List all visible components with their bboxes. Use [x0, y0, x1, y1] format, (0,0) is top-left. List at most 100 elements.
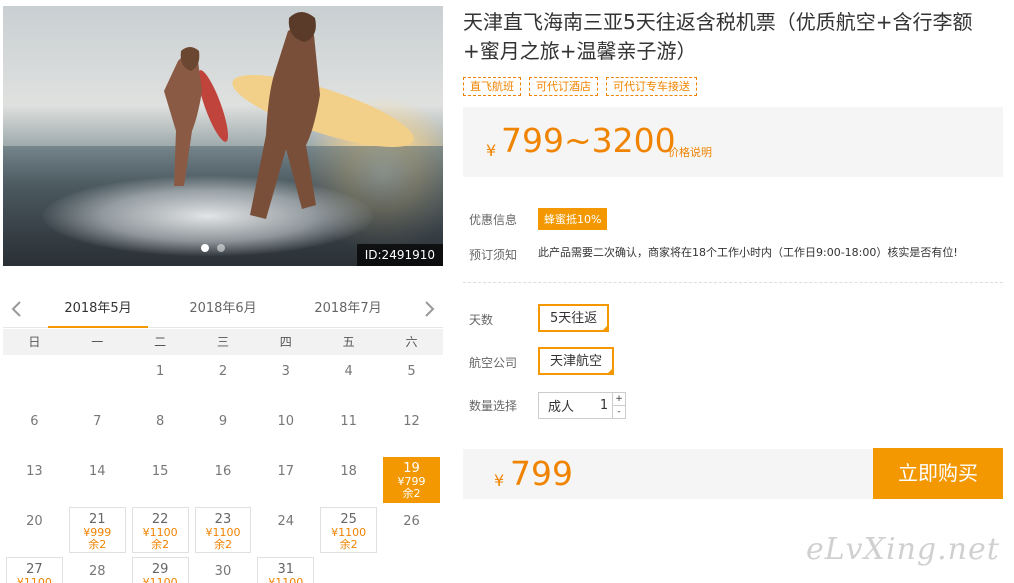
- days-label: 天数: [469, 313, 494, 327]
- calendar-day-remaining: 余2: [402, 487, 421, 500]
- quantity-decrement-button[interactable]: -: [613, 406, 625, 418]
- departure-calendar: 日 一 二 三 四 五 六 1 2 3 4 5 6 7 8 9 10 11 12 13 14 15 16 17 1…: [3, 329, 443, 583]
- calendar-day-remaining: 余2: [213, 538, 232, 551]
- price-currency-symbol: ¥: [486, 141, 497, 160]
- airline-option-selected[interactable]: 天津航空: [538, 347, 615, 375]
- calendar-day-number: 6: [30, 414, 39, 429]
- calendar-day-cell: [3, 355, 66, 405]
- calendar-day-number: 24: [277, 514, 295, 529]
- calendar-day-number: 16: [214, 464, 232, 479]
- product-photo[interactable]: ID:2491910: [3, 6, 443, 266]
- calendar-day-number: 9: [218, 414, 228, 429]
- carousel-dot[interactable]: [201, 244, 209, 252]
- price-explain-link[interactable]: 价格说明: [668, 144, 712, 160]
- calendar-day-cell: 7: [66, 405, 129, 455]
- quantity-type: 成人: [548, 400, 575, 415]
- calendar-day-cell[interactable]: 23 ¥1100 余2: [194, 507, 252, 553]
- days-option-selected[interactable]: 5天往返: [538, 304, 610, 332]
- calendar-day-number: 8: [155, 414, 165, 429]
- calendar-day-number: 12: [403, 414, 420, 429]
- calendar-day-number: 5: [407, 364, 416, 379]
- airline-label: 航空公司: [469, 356, 518, 370]
- product-title: 天津直飞海南三亚5天往返含税机票（优质航空+含行李额+蜜月之旅+温馨亲子游）: [463, 10, 973, 63]
- quantity-stepper-buttons: + -: [612, 393, 625, 418]
- promo-badge: 蜂蜜抵10%: [538, 208, 608, 230]
- calendar-day-number: 11: [340, 414, 357, 429]
- calendar-day-remaining: 余2: [151, 538, 170, 551]
- calendar-day-number: 27: [26, 562, 43, 577]
- calendar-day-cell: 12: [380, 405, 443, 455]
- calendar-month-nav: 2018年5月 2018年6月 2018年7月: [3, 290, 443, 328]
- quantity-increment-button[interactable]: +: [613, 393, 625, 406]
- calendar-day-number: 14: [88, 464, 106, 479]
- carousel-dot[interactable]: [217, 244, 225, 252]
- calendar-day-cell[interactable]: 29 ¥1100: [131, 557, 189, 583]
- month-tab-july[interactable]: 2018年7月: [298, 290, 398, 328]
- price-range-box: ¥ 799~3200 价格说明: [463, 107, 1003, 177]
- section-divider: [463, 282, 1003, 283]
- calendar-day-number: 7: [93, 414, 102, 429]
- notice-label: 预订须知: [469, 248, 518, 262]
- calendar-day-cell[interactable]: 19 ¥799 余2: [383, 457, 440, 503]
- calendar-day-cell: 4: [317, 355, 380, 405]
- calendar-day-number: 28: [88, 564, 106, 579]
- calendar-day-number: 19: [403, 461, 420, 476]
- calendar-day-cell: 6: [3, 405, 66, 455]
- calendar-day-number: 20: [26, 514, 43, 529]
- calendar-day-cell: 5: [380, 355, 443, 405]
- weekday-label: 一: [91, 335, 104, 349]
- calendar-day-number: 13: [26, 464, 43, 479]
- calendar-day-cell: 9: [192, 405, 255, 455]
- calendar-day-cell[interactable]: 22 ¥1100 余2: [131, 507, 189, 553]
- calendar-day-number: 22: [151, 512, 169, 527]
- calendar-day-number: 17: [277, 464, 295, 479]
- tag-car-transfer: 可代订专车接送: [606, 77, 697, 96]
- calendar-day-cell[interactable]: 27 ¥1100: [6, 557, 63, 583]
- calendar-day-cell: 24: [254, 505, 317, 555]
- calendar-day-number: 18: [340, 464, 357, 479]
- calendar-day-cell: 10: [254, 405, 317, 455]
- product-tags: 直飞航班 可代订酒店 可代订专车接送: [463, 77, 697, 96]
- calendar-day-cell: 3: [254, 355, 317, 405]
- purchase-currency-symbol: ¥: [494, 471, 505, 490]
- booking-notice-text: 此产品需要二次确认，商家将在18个工作小时内（工作日9:00-18:00）核实是…: [538, 246, 958, 259]
- calendar-day-cell: 2: [192, 355, 255, 405]
- weekday-label: 四: [279, 335, 292, 349]
- calendar-day-remaining: 余2: [339, 538, 358, 551]
- chevron-left-icon[interactable]: [7, 299, 27, 319]
- calendar-day-cell: 18: [317, 455, 380, 505]
- site-watermark: eLvXing.net: [806, 532, 1000, 567]
- month-tab-may[interactable]: 2018年5月: [48, 290, 148, 328]
- buy-now-button[interactable]: 立即购买: [873, 448, 1003, 499]
- image-id-badge: ID:2491910: [356, 244, 443, 266]
- calendar-day-number: 26: [403, 514, 420, 529]
- calendar-day-price: ¥1100: [268, 576, 304, 583]
- month-tab-june[interactable]: 2018年6月: [173, 290, 273, 328]
- calendar-day-cell: 1: [129, 355, 192, 405]
- chevron-right-icon[interactable]: [419, 299, 439, 319]
- calendar-day-cell: 11: [317, 405, 380, 455]
- tag-hotel-booking: 可代订酒店: [529, 77, 598, 96]
- calendar-day-number: 2: [218, 364, 228, 379]
- promo-label: 优惠信息: [469, 213, 518, 227]
- calendar-day-number: 1: [155, 364, 165, 379]
- calendar-day-cell[interactable]: 21 ¥999 余2: [68, 507, 126, 553]
- calendar-day-number: 31: [277, 562, 295, 577]
- weekday-label: 日: [28, 335, 41, 349]
- calendar-day-cell: 16: [192, 455, 255, 505]
- calendar-day-price: ¥1100: [16, 576, 52, 583]
- calendar-day-cell[interactable]: 31 ¥1100: [257, 557, 315, 583]
- calendar-day-cell[interactable]: 25 ¥1100 余2: [320, 507, 378, 553]
- calendar-day-cell: 28: [66, 555, 129, 583]
- calendar-day-grid: 1 2 3 4 5 6 7 8 9 10 11 12 13 14 15 16 17 18 19 ¥799 余2 20 21 ¥…: [3, 355, 443, 583]
- quantity-stepper: 成人 1 + -: [538, 392, 626, 419]
- calendar-day-number: 3: [281, 364, 290, 379]
- quantity-label: 数量选择: [469, 399, 518, 413]
- weekday-label: 三: [216, 335, 229, 349]
- quantity-value[interactable]: 1: [597, 398, 611, 413]
- calendar-day-cell: 8: [129, 405, 192, 455]
- tag-direct-flight: 直飞航班: [463, 77, 521, 96]
- weekday-label: 六: [405, 335, 418, 349]
- calendar-day-cell: 30: [192, 555, 255, 583]
- calendar-day-number: 30: [214, 564, 232, 579]
